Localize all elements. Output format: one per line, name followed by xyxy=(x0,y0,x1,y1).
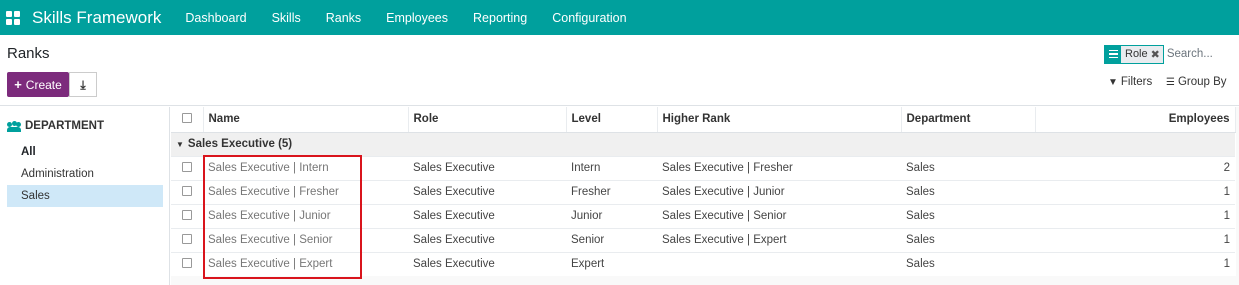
cell-name: Sales Executive | Expert xyxy=(203,251,408,276)
row-checkbox[interactable] xyxy=(182,161,192,172)
cell-role: Sales Executive xyxy=(408,251,566,276)
app-title[interactable]: Skills Framework xyxy=(32,8,161,28)
filters-button[interactable]: ▼ Filters xyxy=(1108,76,1152,88)
table-row[interactable]: Sales Executive | Expert Sales Executive E… xyxy=(171,251,1235,276)
select-all-cell xyxy=(171,107,204,133)
group-label: Sales Executive (5) xyxy=(187,138,293,150)
table-row[interactable]: Sales Executive | Junior Sales Executive J… xyxy=(171,203,1235,228)
nav-ranks[interactable]: Ranks xyxy=(326,11,361,25)
cell-level: Expert xyxy=(566,251,657,276)
group-cell: ▼ Sales Executive (5) xyxy=(171,131,1235,156)
page-title: Ranks xyxy=(7,45,50,62)
group-by-facet-icon xyxy=(1105,45,1121,63)
cell-higher xyxy=(657,251,901,276)
cell-role: Sales Executive xyxy=(408,203,566,228)
cell-level: Intern xyxy=(566,155,657,180)
column-header-role[interactable]: Role xyxy=(408,107,567,133)
row-select-cell xyxy=(171,155,203,180)
top-navbar: Skills Framework Dashboard Skills Ranks … xyxy=(0,0,1239,35)
cell-name: Sales Executive | Senior xyxy=(203,227,408,252)
sidebar-item-all[interactable]: All xyxy=(7,141,163,163)
cell-employees: 1 xyxy=(1035,179,1235,204)
row-checkbox[interactable] xyxy=(182,257,192,268)
ranks-table: Name Role Level Higher Rank Department E… xyxy=(171,107,1236,276)
download-button[interactable]: ⤓ xyxy=(69,72,97,97)
cell-dept: Sales xyxy=(901,179,1035,204)
facet-label: Role xyxy=(1125,48,1148,60)
cell-employees: 1 xyxy=(1035,251,1235,276)
cell-dept: Sales xyxy=(901,227,1035,252)
cell-role: Sales Executive xyxy=(408,155,566,180)
list-icon: ☰ xyxy=(1166,76,1175,88)
nav-reporting[interactable]: Reporting xyxy=(473,11,527,25)
cell-level: Senior xyxy=(566,227,657,252)
column-header-name[interactable]: Name xyxy=(203,107,409,133)
filters-label: Filters xyxy=(1120,76,1153,88)
cell-higher: Sales Executive | Junior xyxy=(657,179,901,204)
group-row[interactable]: ▼ Sales Executive (5) xyxy=(171,131,1235,156)
cell-employees: 1 xyxy=(1035,227,1235,252)
department-heading-label: DEPARTMENT xyxy=(25,120,105,132)
caret-down-icon: ▼ xyxy=(176,140,184,149)
cell-employees: 2 xyxy=(1035,155,1235,180)
cell-role: Sales Executive xyxy=(408,227,566,252)
table-row[interactable]: Sales Executive | Intern Sales Executive I… xyxy=(171,155,1235,180)
column-header-level[interactable]: Level xyxy=(566,107,658,133)
apps-grid-icon[interactable] xyxy=(6,10,20,25)
table-header-row: Name Role Level Higher Rank Department E… xyxy=(171,107,1236,133)
column-header-employees[interactable]: Employees xyxy=(1035,107,1236,133)
table-row[interactable]: Sales Executive | Fresher Sales Executive… xyxy=(171,179,1235,204)
sidebar-item-administration[interactable]: Administration xyxy=(7,163,163,185)
row-select-cell xyxy=(171,227,203,252)
users-icon xyxy=(7,120,21,132)
cell-higher: Sales Executive | Senior xyxy=(657,203,901,228)
column-header-department[interactable]: Department xyxy=(901,107,1036,133)
create-button[interactable]: + Create xyxy=(7,72,69,97)
cell-higher: Sales Executive | Expert xyxy=(657,227,901,252)
facet-remove-icon[interactable]: ✖ xyxy=(1151,48,1163,61)
search-box: Role ✖ xyxy=(1104,43,1239,65)
row-select-cell xyxy=(171,203,203,228)
sidebar-panel: DEPARTMENT All Administration Sales xyxy=(0,107,170,285)
row-checkbox[interactable] xyxy=(182,209,192,220)
filter-icon: ▼ xyxy=(1108,76,1118,88)
row-select-cell xyxy=(171,179,203,204)
search-input[interactable] xyxy=(1166,48,1239,60)
row-checkbox[interactable] xyxy=(182,185,192,196)
column-header-higher-rank[interactable]: Higher Rank xyxy=(657,107,902,133)
cell-name: Sales Executive | Junior xyxy=(203,203,408,228)
row-checkbox[interactable] xyxy=(182,233,192,244)
cell-dept: Sales xyxy=(901,155,1035,180)
cell-name: Sales Executive | Fresher xyxy=(203,179,408,204)
cell-employees: 1 xyxy=(1035,203,1235,228)
nav-dashboard[interactable]: Dashboard xyxy=(185,11,246,25)
cell-name: Sales Executive | Intern xyxy=(203,155,408,180)
control-panel: Ranks + Create ⤓ Role ✖ ▼ Filters ☰ Grou… xyxy=(0,35,1239,106)
cell-higher: Sales Executive | Fresher xyxy=(657,155,901,180)
list-view: Name Role Level Higher Rank Department E… xyxy=(171,107,1239,285)
nav-configuration[interactable]: Configuration xyxy=(552,11,626,25)
cell-dept: Sales xyxy=(901,203,1035,228)
sidebar-item-sales[interactable]: Sales xyxy=(7,185,163,207)
group-by-label: Group By xyxy=(1177,76,1227,88)
department-heading: DEPARTMENT xyxy=(7,120,104,132)
download-icon: ⤓ xyxy=(80,77,86,92)
group-by-button[interactable]: ☰ Group By xyxy=(1166,76,1227,88)
nav-employees[interactable]: Employees xyxy=(386,11,448,25)
row-select-cell xyxy=(171,251,203,276)
cell-level: Junior xyxy=(566,203,657,228)
cell-dept: Sales xyxy=(901,251,1035,276)
nav-skills[interactable]: Skills xyxy=(272,11,301,25)
select-all-checkbox[interactable] xyxy=(181,112,192,123)
cell-role: Sales Executive xyxy=(408,179,566,204)
search-facet: Role ✖ xyxy=(1104,44,1164,64)
cell-level: Fresher xyxy=(566,179,657,204)
plus-icon: + xyxy=(14,77,22,92)
table-row[interactable]: Sales Executive | Senior Sales Executive S… xyxy=(171,227,1235,252)
create-label: Create xyxy=(25,77,62,92)
